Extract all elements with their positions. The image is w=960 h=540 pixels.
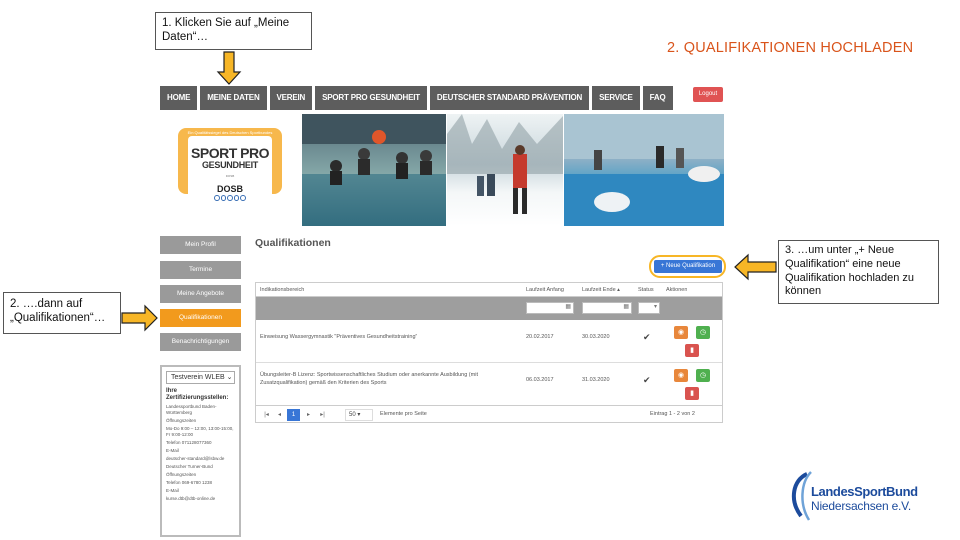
per-page-label: Elemente pro Seite xyxy=(380,411,427,417)
clock-icon: ◷ xyxy=(699,372,707,379)
delete-button[interactable]: ▮ xyxy=(685,344,699,357)
page-title: Qualifikationen xyxy=(255,237,331,249)
eye-icon: ◉ xyxy=(677,372,685,379)
logo-line2: GESUNDHEIT xyxy=(201,160,258,170)
olympic-rings-icon xyxy=(214,195,246,201)
widget-line: Landessportbund Baden-Württemberg xyxy=(166,404,217,415)
arrow-to-new-button xyxy=(734,253,777,281)
instruction-callout-meine-daten: 1. Klicken Sie auf „Meine Daten“… xyxy=(155,12,312,50)
widget-line: Telefon 071128077360 xyxy=(166,440,212,445)
table-row: Übungsleiter-B Lizenz: Sportwissenschaft… xyxy=(256,363,722,406)
cell-start: 06.03.2017 xyxy=(526,377,554,383)
status-check-icon: ✔ xyxy=(643,375,651,385)
per-page-select[interactable]: 50 ▾ xyxy=(345,409,373,421)
sidebar-item-benachrichtigungen[interactable]: Benachrichtigungen xyxy=(160,333,241,351)
view-button[interactable]: ◉ xyxy=(674,326,688,339)
chevron-down-icon: ▾ xyxy=(653,304,657,310)
pager-next[interactable]: ▸ xyxy=(302,409,315,421)
pager-last[interactable]: ▸| xyxy=(316,409,329,421)
verein-select-value: Testverein WLEB xyxy=(171,374,225,381)
nav-sport-pro-gesundheit[interactable]: SPORT PRO GESUNDHEIT xyxy=(315,86,427,110)
nav-meine-daten[interactable]: MEINE DATEN xyxy=(200,86,267,110)
filter-status[interactable]: ▾ xyxy=(638,302,660,314)
instruction-callout-qualifikationen: 2. ….dann auf „Qualifikationen“… xyxy=(3,292,121,334)
filter-row: ▦ ▦ ▾ xyxy=(256,297,722,320)
verein-select[interactable]: Testverein WLEB ⌄ xyxy=(166,371,235,384)
trash-icon: ▮ xyxy=(690,347,694,354)
instruction-callout-neue-qualifikation: 3. …um unter „+ Neue Qualifikation“ eine… xyxy=(778,240,939,304)
calendar-icon: ▦ xyxy=(565,304,571,310)
widget-line: E-Mail xyxy=(166,488,179,493)
step-marker-2: 2 xyxy=(134,312,140,323)
logout-button[interactable]: Logout xyxy=(693,87,723,102)
column-header-end[interactable]: Laufzeit Ende ▴ xyxy=(582,287,620,293)
widget-line: E-Mail xyxy=(166,448,179,453)
table-row: Einweisung Wassergymnastik "Präventives … xyxy=(256,320,722,363)
logo-line1: SPORT PRO xyxy=(191,145,269,161)
pager-first[interactable]: |◂ xyxy=(260,409,273,421)
highlight-ring xyxy=(649,255,726,278)
lsb-logo-line2: Niedersachsen e.V. xyxy=(811,499,912,513)
per-page-value: 50 xyxy=(349,412,356,418)
cell-end: 31.03.2020 xyxy=(582,377,610,383)
column-header-area[interactable]: Indikationsbereich xyxy=(260,287,304,293)
zertifizierungsstellen-widget: Testverein WLEB ⌄ Ihre Zertifizierungsst… xyxy=(160,365,241,537)
pager-prev[interactable]: ◂ xyxy=(273,409,286,421)
landessportbund-logo: LandesSportBund Niedersachsen e.V. xyxy=(787,470,939,524)
status-check-icon: ✔ xyxy=(643,332,651,342)
widget-line: Öffnungszeiten xyxy=(166,418,197,423)
widget-heading: Ihre Zertifizierungsstellen: xyxy=(166,388,229,401)
slide-title: 2. QUALIFIKATIONEN HOCHLADEN xyxy=(667,40,914,56)
widget-line: Telefon 069-6780 1238 xyxy=(166,480,213,485)
column-header-status[interactable]: Status xyxy=(638,287,654,293)
eye-icon: ◉ xyxy=(677,329,685,336)
column-header-actions: Aktionen xyxy=(666,287,688,293)
nav-deutscher-standard[interactable]: DEUTSCHER STANDARD PRÄVENTION xyxy=(429,86,590,110)
widget-line: Mo-Do 9:00 – 12:00, 13:00-15:00, Fr 9:00… xyxy=(166,426,234,437)
step-marker-1: 1 xyxy=(226,57,232,68)
pagination: |◂ ◂ 1 ▸ ▸| 50 ▾ Elemente pro Seite Eint… xyxy=(256,407,722,423)
nav-home[interactable]: HOME xyxy=(160,86,198,110)
lsb-logo-line1: LandesSportBund xyxy=(811,484,918,499)
view-button[interactable]: ◉ xyxy=(674,369,688,382)
widget-email-link[interactable]: deutscher-standard@lsbw.de xyxy=(166,456,235,462)
column-header-start[interactable]: Laufzeit Anfang xyxy=(526,287,564,293)
calendar-icon: ▦ xyxy=(623,304,629,310)
logo-topline: Ein Qualitätssiegel des Deutschen Sportb… xyxy=(187,130,273,135)
pager-summary: Eintrag 1 - 2 von 2 xyxy=(650,411,695,417)
nav-verein[interactable]: VEREIN xyxy=(269,86,313,110)
cell-area: Einweisung Wassergymnastik "Präventives … xyxy=(260,334,418,340)
cell-start: 20.02.2017 xyxy=(526,334,554,340)
qualifications-table: Indikationsbereich Laufzeit Anfang Laufz… xyxy=(255,282,723,423)
trash-icon: ▮ xyxy=(690,390,694,397)
clock-icon: ◷ xyxy=(699,329,707,336)
dosb-text: DOSB xyxy=(216,184,243,194)
hero-image-gym-course xyxy=(564,114,724,226)
widget-line: Öffnungszeiten xyxy=(166,472,197,477)
renew-button[interactable]: ◷ xyxy=(696,369,710,382)
dosb-logo: DOSB xyxy=(214,184,246,210)
sidebar-item-qualifikationen[interactable]: Qualifikationen xyxy=(160,309,241,327)
filter-end-date[interactable]: ▦ xyxy=(582,302,632,314)
hero-image-nordic-walking xyxy=(447,114,563,226)
logo-sub: DOSB xyxy=(225,174,235,178)
filter-start-date[interactable]: ▦ xyxy=(526,302,574,314)
nav-faq[interactable]: FAQ xyxy=(642,86,673,110)
sidebar-item-termine[interactable]: Termine xyxy=(160,261,241,279)
cell-end: 30.03.2020 xyxy=(582,334,610,340)
sidebar-item-meine-angebote[interactable]: Meine Angebote xyxy=(160,285,241,303)
widget-email-link[interactable]: kurse.dtb@dtb-online.de xyxy=(166,496,235,502)
hero-image-aqua-fitness xyxy=(302,114,446,226)
sidebar-item-mein-profil[interactable]: Mein Profil xyxy=(160,236,241,254)
nav-service[interactable]: SERVICE xyxy=(592,86,640,110)
widget-line: Deutscher Turner-Bund xyxy=(166,464,213,469)
delete-button[interactable]: ▮ xyxy=(685,387,699,400)
cell-area: Übungsleiter-B Lizenz: Sportwissenschaft… xyxy=(260,372,478,386)
main-navigation: HOME MEINE DATEN VEREIN SPORT PRO GESUND… xyxy=(160,86,673,110)
table-header: Indikationsbereich Laufzeit Anfang Laufz… xyxy=(256,283,722,297)
pager-current-page[interactable]: 1 xyxy=(287,409,300,421)
renew-button[interactable]: ◷ xyxy=(696,326,710,339)
